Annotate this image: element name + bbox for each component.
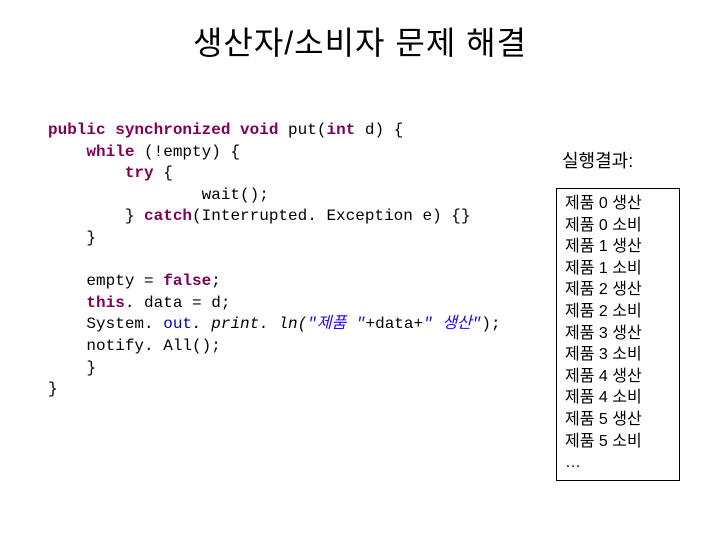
result-line: 제품 3 생산 [565, 323, 671, 345]
result-line: 제품 1 생산 [565, 236, 671, 258]
str-lit: " 생산" [423, 315, 481, 333]
code-text: System. [86, 315, 163, 333]
code-text: d) { [355, 121, 403, 139]
code-text: } [48, 380, 58, 398]
result-line: 제품 4 소비 [565, 387, 671, 409]
kw-try: try [125, 164, 154, 182]
result-line: 제품 5 소비 [565, 431, 671, 453]
result-line: 제품 5 생산 [565, 409, 671, 431]
result-line: 제품 4 생산 [565, 366, 671, 388]
code-text: } [86, 359, 96, 377]
code-text: notify. All(); [86, 337, 220, 355]
fld-out: out [163, 315, 192, 333]
result-box: 제품 0 생산 제품 0 소비 제품 1 생산 제품 1 소비 제품 2 생산 … [556, 188, 680, 481]
code-text: (Interrupted. Exception e) {} [192, 207, 470, 225]
code-text: wait(); [202, 186, 269, 204]
result-line: 제품 0 소비 [565, 215, 671, 237]
kw-void: void [240, 121, 278, 139]
code-text: } [86, 229, 96, 247]
kw-while: while [86, 143, 134, 161]
kw-public: public [48, 121, 106, 139]
code-text: ); [481, 315, 500, 333]
code-text: (!empty) { [134, 143, 240, 161]
page-title: 생산자/소비자 문제 해결 [0, 0, 720, 64]
mth-println: . print. ln( [192, 315, 307, 333]
kw-false: false [163, 272, 211, 290]
code-text: put( [278, 121, 326, 139]
code-text: empty = [86, 272, 163, 290]
result-line: 제품 3 소비 [565, 344, 671, 366]
kw-this: this [86, 294, 124, 312]
result-line: 제품 1 소비 [565, 258, 671, 280]
result-line: 제품 0 생산 [565, 193, 671, 215]
result-line: … [565, 452, 671, 474]
code-text: . data = d; [125, 294, 231, 312]
kw-int: int [326, 121, 355, 139]
kw-catch: catch [144, 207, 192, 225]
result-label: 실행결과: [562, 147, 633, 173]
code-text: } [125, 207, 144, 225]
result-line: 제품 2 생산 [565, 279, 671, 301]
result-line: 제품 2 소비 [565, 301, 671, 323]
kw-synchronized: synchronized [115, 121, 230, 139]
str-lit: "제품 " [307, 315, 365, 333]
code-text: +data+ [366, 315, 424, 333]
code-text: ; [211, 272, 221, 290]
code-text: { [154, 164, 173, 182]
